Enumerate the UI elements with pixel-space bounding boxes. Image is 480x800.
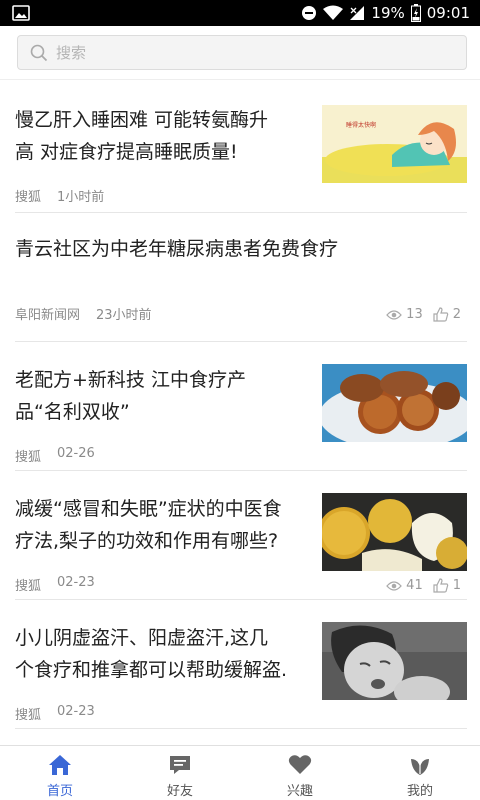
search-header (0, 26, 480, 80)
search-icon (30, 44, 48, 61)
tab-label: 好友 (166, 784, 193, 799)
like-icon[interactable] (433, 307, 449, 322)
sleeping-woman-image: 睡得太快啊 (322, 105, 467, 183)
battery-percent: 19% (371, 4, 405, 22)
view-count-icon (386, 580, 403, 591)
article-title-line: 高 对症食疗提高睡眠质量! (15, 141, 238, 163)
view-count-icon (386, 309, 403, 320)
tab-friends[interactable]: 好友 (120, 746, 240, 800)
article-title-line: 慢乙肝入睡困难 可能转氨酶升 (15, 109, 269, 131)
article-meta: 搜狐 02-26 (15, 446, 95, 465)
article-title-line: 减缓“感冒和失眠”症状的中医食 (15, 498, 282, 520)
gallery-icon (12, 5, 30, 21)
article-meta: 阜阳新闻网 23小时前 (15, 304, 152, 323)
article-stats: 41 1 (386, 578, 461, 593)
article-title-line: 个食疗和推拿都可以帮助缓解盗. (15, 659, 288, 681)
article-meta: 搜狐 1小时前 (15, 186, 104, 205)
tab-label: 首页 (46, 784, 73, 799)
view-count: 13 (406, 307, 423, 322)
article-stats: 13 2 (386, 307, 461, 322)
article-meta: 搜狐 02-23 (15, 575, 95, 594)
view-count: 41 (406, 578, 423, 593)
article-time: 02-26 (57, 446, 95, 461)
tab-me[interactable]: 我的 (360, 746, 480, 800)
tab-label: 兴趣 (286, 784, 313, 799)
clock: 09:01 (426, 4, 470, 22)
article-title[interactable]: 小儿阴虚盗汗、阳虚盗汗,这几 个食疗和推拿都可以帮助缓解盗. (15, 622, 320, 686)
article-source: 阜阳新闻网 (15, 308, 81, 323)
article-card[interactable]: 减缓“感冒和失眠”症状的中医食 疗法,梨子的功效和作用有哪些? 搜狐 02-23 (15, 471, 467, 600)
like-icon[interactable] (433, 578, 449, 593)
tab-home[interactable]: 首页 (0, 746, 120, 800)
crying-child-image (322, 622, 467, 700)
article-title-line: 老配方+新科技 江中食疗产 (15, 369, 246, 391)
article-title-line: 品“名利双收” (15, 401, 130, 423)
article-title[interactable]: 青云社区为中老年糖尿病患者免费食疗 (15, 233, 467, 265)
home-icon (49, 755, 71, 775)
search-bar[interactable] (17, 35, 467, 70)
article-source: 搜狐 (15, 450, 42, 465)
like-count: 1 (452, 578, 461, 593)
article-title-line: 青云社区为中老年糖尿病患者免费食疗 (15, 238, 339, 260)
status-bar: 19% 09:01 (0, 0, 480, 26)
battery-icon (410, 4, 421, 22)
article-thumbnail[interactable] (322, 364, 467, 442)
article-time: 02-23 (57, 575, 95, 590)
article-card[interactable]: 小儿阴虚盗汗、阳虚盗汗,这几 个食疗和推拿都可以帮助缓解盗. 搜狐 02-23 (15, 600, 467, 729)
image-caption: 睡得太快啊 (346, 121, 376, 129)
article-thumbnail[interactable] (322, 622, 467, 700)
article-card[interactable]: 老配方+新科技 江中食疗产 品“名利双收” 搜狐 02-26 (15, 342, 467, 471)
article-source: 搜狐 (15, 190, 42, 205)
article-time: 23小时前 (96, 308, 152, 323)
article-title[interactable]: 慢乙肝入睡困难 可能转氨酶升 高 对症食疗提高睡眠质量! (15, 104, 315, 168)
article-time: 02-23 (57, 704, 95, 719)
article-thumbnail[interactable] (322, 493, 467, 571)
article-card[interactable]: 慢乙肝入睡困难 可能转氨酶升 高 对症食疗提高睡眠质量! 搜狐 1小时前 睡得太… (15, 82, 467, 213)
article-title[interactable]: 减缓“感冒和失眠”症状的中医食 疗法,梨子的功效和作用有哪些? (15, 493, 315, 557)
article-time: 1小时前 (57, 190, 105, 205)
leaf-icon (411, 759, 429, 775)
bottom-tab-bar: 首页 好友 兴趣 我的 (0, 745, 480, 800)
article-card[interactable]: 青云社区为中老年糖尿病患者免费食疗 阜阳新闻网 23小时前 13 2 (15, 213, 467, 342)
article-title[interactable]: 老配方+新科技 江中食疗产 品“名利双收” (15, 364, 315, 428)
article-title-line: 疗法,梨子的功效和作用有哪些? (15, 530, 279, 552)
like-count: 2 (452, 307, 461, 322)
tab-interests[interactable]: 兴趣 (240, 746, 360, 800)
wifi-icon (323, 5, 344, 20)
status-icons: 19% 09:01 (301, 0, 470, 26)
tab-label: 我的 (406, 784, 433, 799)
article-source: 搜狐 (15, 579, 42, 594)
chat-icon (170, 756, 190, 774)
article-thumbnail[interactable]: 睡得太快啊 (322, 105, 467, 183)
signal-icon (350, 6, 365, 20)
do-not-disturb-icon (302, 6, 317, 20)
article-title-line: 小儿阴虚盗汗、阳虚盗汗,这几 (15, 627, 269, 649)
article-meta: 搜狐 02-23 (15, 704, 95, 723)
article-source: 搜狐 (15, 708, 42, 723)
biscuits-image (322, 364, 467, 442)
pears-image (322, 493, 467, 571)
search-input[interactable] (56, 43, 436, 62)
heart-icon (288, 755, 312, 774)
